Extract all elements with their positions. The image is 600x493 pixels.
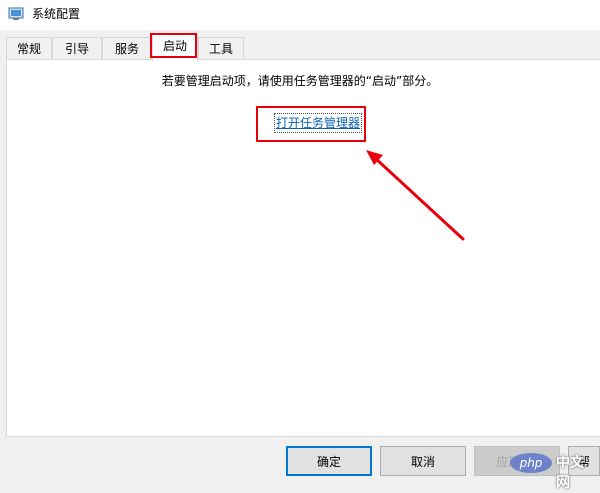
apply-button[interactable]: 应用(A) [474, 446, 560, 476]
ok-button[interactable]: 确定 [286, 446, 372, 476]
tab-tools[interactable]: 工具 [198, 37, 244, 60]
window-title: 系统配置 [32, 7, 81, 21]
help-button[interactable]: 帮 [568, 446, 600, 476]
title-bar: 系统配置 [0, 0, 600, 30]
tab-strip: 常规 引导 服务 启动 工具 [0, 30, 600, 61]
open-task-manager-link[interactable]: 打开任务管理器 [273, 113, 363, 133]
link-highlight-box: 打开任务管理器 [256, 106, 366, 142]
cancel-button[interactable]: 取消 [380, 446, 466, 476]
startup-info-text: 若要管理启动项，请使用任务管理器的“启动”部分。 [161, 74, 439, 88]
system-config-icon [8, 7, 24, 20]
tab-startup[interactable]: 启动 [152, 34, 198, 61]
tab-boot[interactable]: 引导 [52, 37, 102, 60]
tab-general[interactable]: 常规 [6, 37, 52, 60]
tab-services[interactable]: 服务 [102, 37, 152, 60]
